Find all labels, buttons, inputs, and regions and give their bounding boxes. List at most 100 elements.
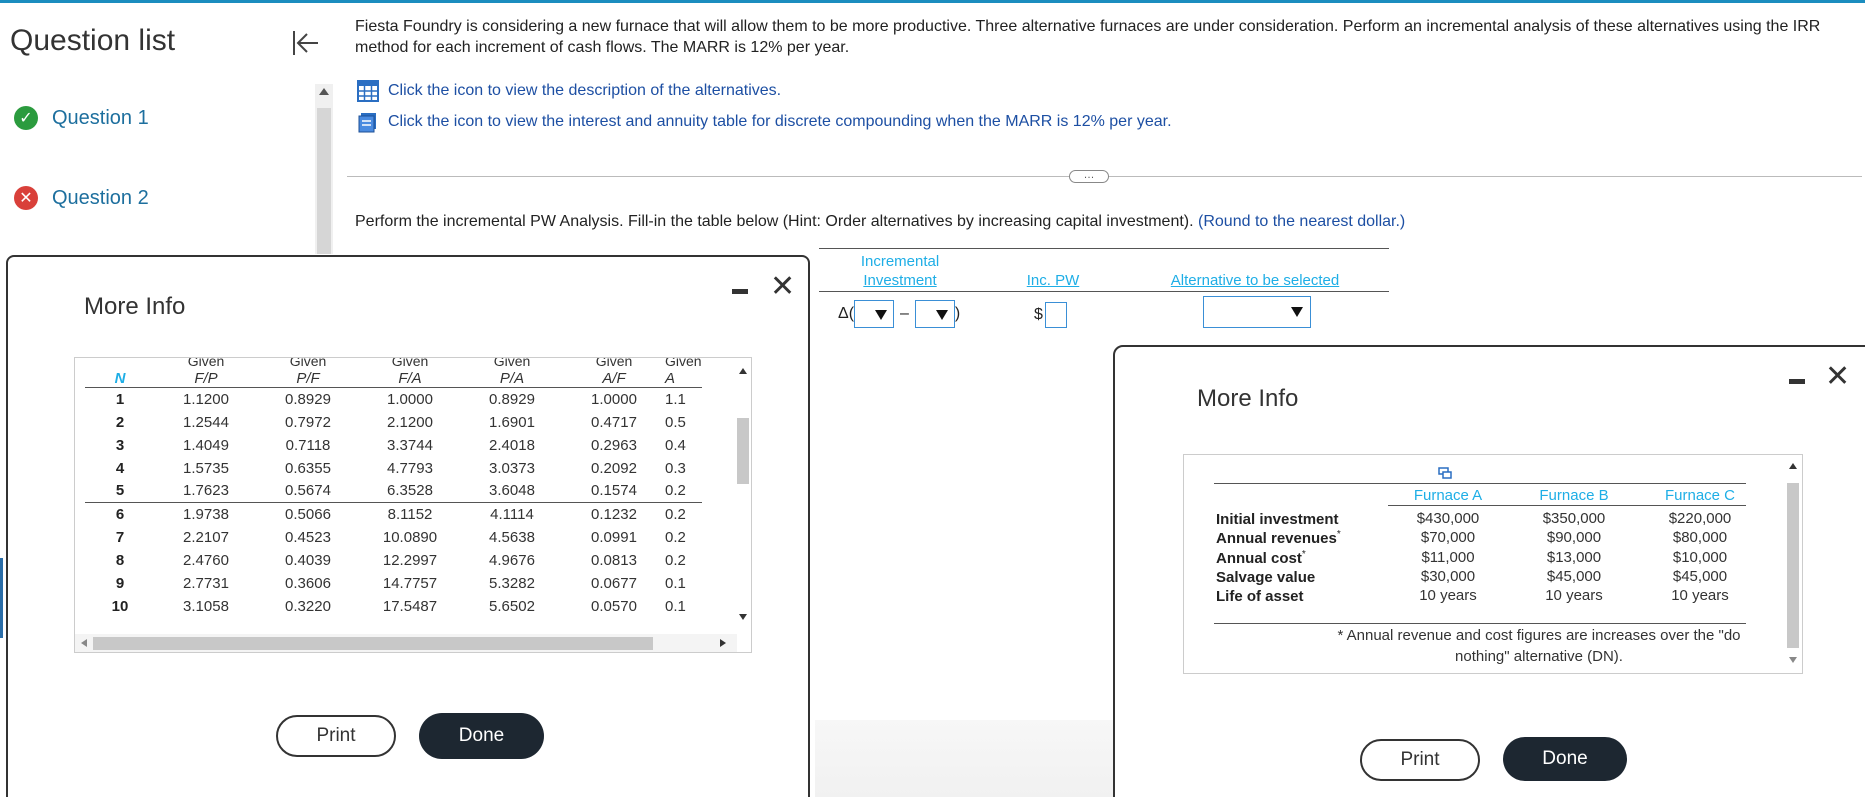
table-bottom-rule: [1214, 623, 1746, 624]
factor-cell: 4.7793: [387, 459, 433, 477]
factor-cell: 12.2997: [382, 551, 438, 569]
check-icon: ✓: [14, 106, 38, 130]
footnote-marker: *: [1301, 549, 1306, 560]
inc-pw-input[interactable]: [1044, 302, 1067, 328]
done-button[interactable]: Done: [1503, 737, 1627, 781]
column-header: Given F/A: [359, 358, 461, 388]
footnote: * Annual revenue and cost figures are in…: [1337, 627, 1741, 665]
factor-cell: 0.4: [665, 436, 686, 454]
minimize-icon[interactable]: [732, 289, 748, 294]
print-button[interactable]: Print: [1360, 739, 1480, 781]
scroll-thumb[interactable]: [1787, 483, 1799, 648]
value-cell: $350,000: [1542, 510, 1606, 527]
furnace-c-header: Furnace C: [1664, 487, 1736, 504]
sidebar-title: Question list: [10, 24, 176, 57]
scroll-thumb[interactable]: [317, 108, 331, 254]
sidebar-item-question-2[interactable]: ✕ Question 2: [14, 186, 149, 210]
period-cell: 6: [115, 505, 125, 523]
collapse-sidebar-icon[interactable]: [290, 28, 320, 58]
interest-table-link-text[interactable]: Click the icon to view the interest and …: [388, 113, 1172, 131]
interest-table-link[interactable]: Click the icon to view the interest and …: [357, 111, 1172, 133]
factor-cell: 0.8929: [285, 390, 331, 408]
alternative-1-dropdown[interactable]: [854, 300, 895, 328]
sidebar-item-question-1[interactable]: ✓ Question 1: [14, 106, 149, 130]
table-horizontal-scrollbar[interactable]: [75, 634, 737, 652]
factor-cell: 0.2: [665, 505, 686, 523]
scroll-thumb[interactable]: [737, 418, 749, 484]
furnace-b-header: Furnace B: [1539, 487, 1609, 504]
instruction-text: Perform the incremental PW Analysis. Fil…: [355, 213, 1405, 231]
done-button[interactable]: Done: [419, 713, 544, 759]
factor-cell: 17.5487: [382, 597, 438, 615]
alternatives-table: Furnace A Furnace B Furnace C Initial in…: [1183, 454, 1803, 674]
minimize-icon[interactable]: [1789, 379, 1805, 384]
scroll-down-icon[interactable]: [1789, 657, 1797, 663]
column-header: Given P/A: [461, 358, 563, 388]
alternatives-link[interactable]: Click the icon to view the description o…: [357, 80, 781, 102]
factor-cell: 1.6901: [489, 413, 535, 431]
scroll-right-icon[interactable]: [720, 639, 726, 647]
alternative-2-dropdown[interactable]: [914, 300, 955, 328]
delta-dash: –: [900, 305, 909, 322]
expand-more-button[interactable]: …: [1069, 170, 1109, 183]
instruction-hint: (Round to the nearest dollar.): [1198, 213, 1406, 230]
factor-cell: 1.0000: [387, 390, 433, 408]
app-root: Question list ✓ Question 1 ✕ Question 2 …: [0, 0, 1865, 797]
table-vertical-scrollbar[interactable]: [1784, 455, 1802, 673]
scroll-down-icon[interactable]: [739, 614, 747, 620]
row-label-text: Life of asset: [1216, 588, 1304, 605]
copy-icon[interactable]: [1438, 467, 1452, 479]
column-header: N: [85, 358, 155, 388]
instruction-main: Perform the incremental PW Analysis. Fil…: [355, 213, 1194, 230]
period-cell: 2: [115, 413, 125, 431]
row-label: Annual revenues*: [1216, 529, 1341, 547]
factor-cell: 0.2963: [591, 436, 637, 454]
factor-cell: 0.1574: [563, 479, 665, 503]
close-icon[interactable]: ✕: [770, 272, 795, 302]
scroll-up-icon[interactable]: [1789, 463, 1797, 469]
factor-cell: 5.6502: [489, 597, 535, 615]
factor-cell: 0.4717: [591, 413, 637, 431]
interest-factor-table[interactable]: N Given F/P Given P/F Given F/A Given P/A Gi…: [74, 357, 752, 653]
factor-cell: 2.4760: [183, 551, 229, 569]
value-cell: $13,000: [1546, 549, 1602, 566]
row-label: Salvage value: [1216, 568, 1315, 586]
alternatives-link-text[interactable]: Click the icon to view the description o…: [388, 82, 781, 100]
sidebar-scrollbar[interactable]: [315, 84, 333, 254]
close-icon[interactable]: ✕: [1825, 362, 1850, 392]
scroll-left-icon[interactable]: [81, 639, 87, 647]
factor-cell: 1.2544: [183, 413, 229, 431]
book-icon[interactable]: [357, 111, 379, 133]
scroll-up-icon[interactable]: [319, 88, 329, 95]
factor-cell: 1.4049: [183, 436, 229, 454]
alternative-selected-dropdown[interactable]: [1203, 296, 1311, 328]
answer-table-header-rule: [819, 291, 1389, 292]
table-row: 5 1.7623 0.5674 6.3528 3.6048 0.1574 0.2: [85, 479, 702, 503]
factor-cell: 6.3528: [359, 479, 461, 503]
factor-table-body: 1 1.1200 0.8929 1.0000 0.8929 1.0000 1.1 2 1.254…: [85, 388, 702, 618]
factor-cell: 1.1: [665, 390, 686, 408]
period-cell: 5: [85, 479, 155, 503]
print-button[interactable]: Print: [276, 715, 396, 757]
table-row: 6 1.9738 0.5066 8.1152 4.1114 0.1232 0.2: [85, 503, 702, 526]
factor-cell: 3.0373: [489, 459, 535, 477]
factor-cell: 0.0991: [591, 528, 637, 546]
value-cell: $80,000: [1672, 529, 1728, 546]
answer-table-top-rule: [819, 248, 1389, 249]
factor-cell: 0.5: [665, 413, 686, 431]
x-mark-icon: ✕: [14, 186, 38, 210]
factor-cell: 0.4039: [285, 551, 331, 569]
table-vertical-scrollbar[interactable]: [735, 358, 751, 634]
factor-cell: 0.3606: [285, 574, 331, 592]
period-cell: 9: [115, 574, 125, 592]
table-icon[interactable]: [357, 80, 379, 102]
factor-cell: 0.8929: [489, 390, 535, 408]
factor-cell: 0.7972: [285, 413, 331, 431]
question-label: Question 2: [52, 186, 149, 209]
factor-cell: 3.3744: [387, 436, 433, 454]
incremental-investment-header: Incremental Investment: [840, 252, 960, 290]
row-label: Annual cost*: [1216, 549, 1306, 567]
factor-cell: 8.1152: [387, 505, 433, 523]
scroll-thumb[interactable]: [93, 637, 653, 650]
scroll-up-icon[interactable]: [739, 368, 747, 374]
